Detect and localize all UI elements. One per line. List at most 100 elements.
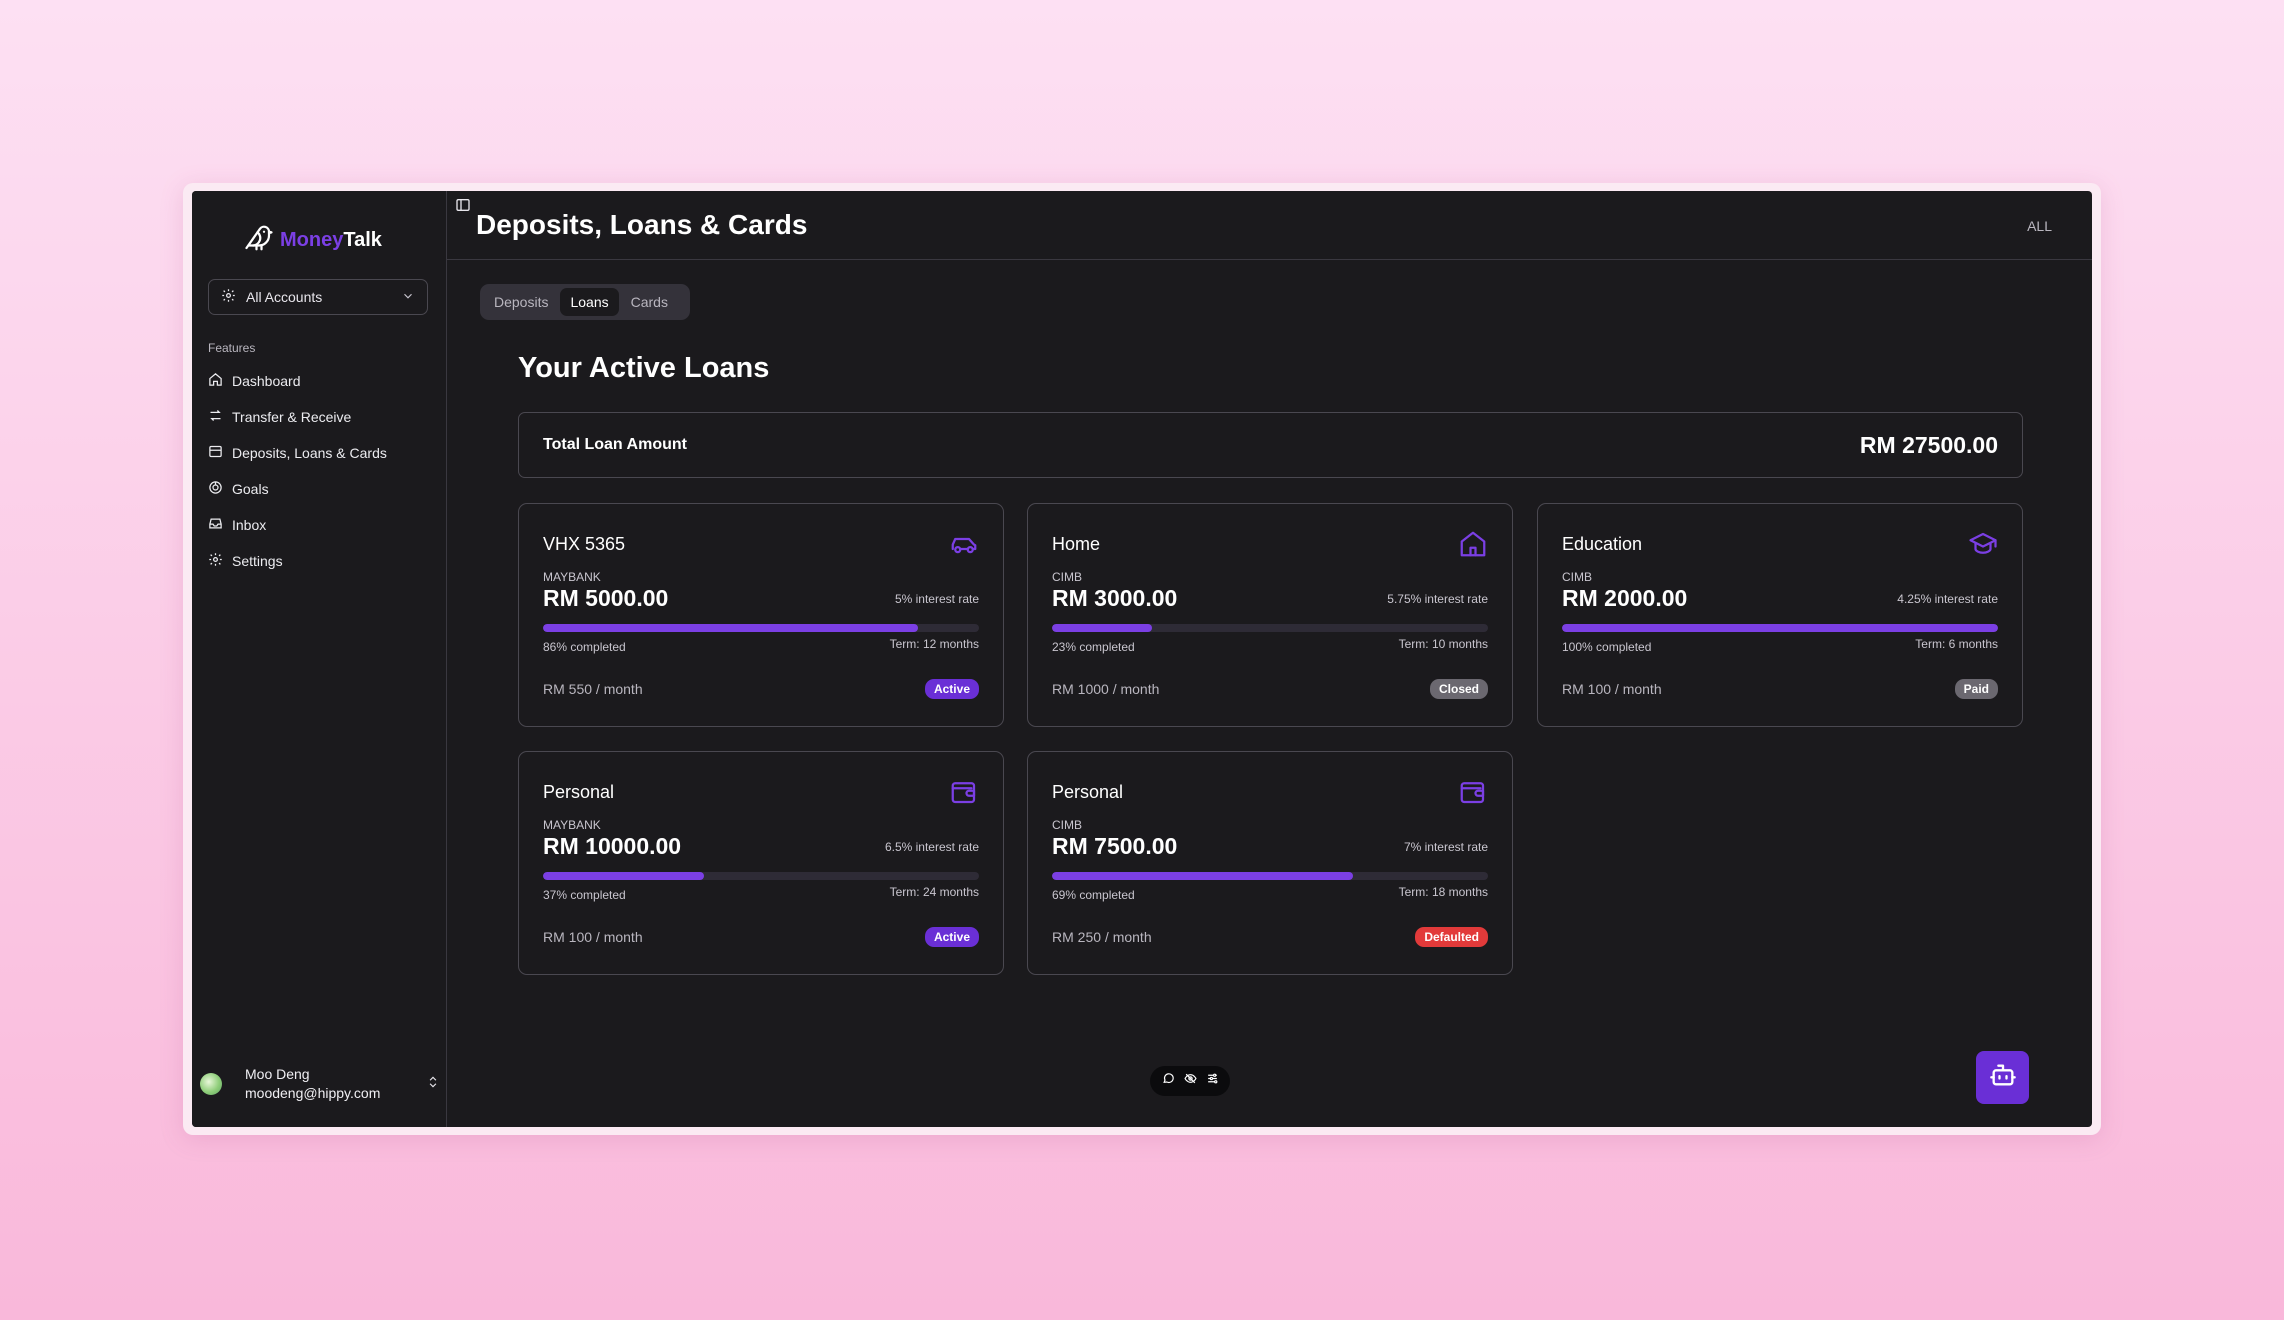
user-menu[interactable]: Moo Deng moodeng@hippy.com: [200, 1062, 440, 1106]
loan-card[interactable]: Personal MAYBANK RM 10000.00 6.5% intere…: [518, 751, 1004, 975]
loan-card[interactable]: VHX 5365 MAYBANK RM 5000.00 5% interest …: [518, 503, 1004, 727]
user-email: moodeng@hippy.com: [245, 1085, 381, 1101]
avatar: [200, 1073, 222, 1095]
loan-bank: CIMB: [1052, 570, 1082, 584]
total-loan-label: Total Loan Amount: [543, 436, 687, 453]
loan-title: VHX 5365: [543, 534, 626, 554]
loan-completed: 69% completed: [1052, 888, 1135, 902]
loan-term: Term: 24 months: [889, 885, 979, 899]
wallet-icon: [949, 777, 979, 812]
loan-monthly-payment: RM 1000 / month: [1052, 681, 1160, 697]
floating-toolbar: [1150, 1066, 1230, 1096]
sidebar-item-label: Goals: [232, 481, 269, 497]
sidebar-item-label: Deposits, Loans & Cards: [232, 445, 387, 461]
loan-title: Personal: [543, 782, 615, 802]
account-selector[interactable]: All Accounts: [208, 279, 428, 315]
sidebar-toggle-icon[interactable]: [455, 197, 471, 218]
loan-interest-rate: 5% interest rate: [894, 592, 979, 606]
user-info: Moo Deng moodeng@hippy.com: [245, 1065, 380, 1103]
loan-progress-fill: [1052, 872, 1353, 880]
loan-progress-bar: [543, 624, 979, 632]
account-selector-label: All Accounts: [246, 289, 323, 305]
loan-amount: RM 7500.00: [1052, 833, 1178, 859]
home-icon: [208, 372, 223, 390]
loan-interest-rate: 5.75% interest rate: [1387, 592, 1488, 606]
page-title: Deposits, Loans & Cards: [476, 209, 808, 240]
sidebar-item-label: Inbox: [232, 517, 267, 533]
settings-cog-icon: [221, 288, 236, 306]
loan-progress-bar: [1052, 872, 1488, 880]
loan-amount: RM 2000.00: [1562, 585, 1688, 611]
chat-icon[interactable]: [1162, 1072, 1175, 1090]
total-loan-value: RM 27500.00: [1859, 431, 1998, 458]
loan-progress-fill: [1052, 624, 1153, 632]
loan-completed: 37% completed: [543, 888, 626, 902]
loan-progress-fill: [1562, 624, 1998, 632]
bird-logo-icon: [244, 223, 274, 258]
loan-card[interactable]: Home CIMB RM 3000.00 5.75% interest rate…: [1027, 503, 1513, 727]
status-badge: Active: [924, 927, 979, 947]
loan-title: Home: [1052, 534, 1101, 554]
loan-bank: MAYBANK: [543, 818, 601, 832]
tab-cards[interactable]: Cards: [621, 288, 678, 316]
target-icon: [208, 480, 223, 498]
section-title: Your Active Loans: [518, 352, 770, 384]
tab-loans[interactable]: Loans: [560, 288, 619, 316]
filter-all[interactable]: ALL: [2027, 218, 2052, 234]
loan-card[interactable]: Education CIMB RM 2000.00 4.25% interest…: [1537, 503, 2023, 727]
loan-interest-rate: 7% interest rate: [1403, 840, 1488, 854]
chevrons-up-down-icon: [426, 1075, 440, 1094]
loan-title: Personal: [1052, 782, 1124, 802]
loan-title: Education: [1562, 534, 1643, 554]
sidebar-item-label: Settings: [232, 553, 283, 569]
loan-progress-fill: [543, 624, 918, 632]
loan-monthly-payment: RM 100 / month: [543, 929, 643, 945]
app-logo[interactable]: MoneyTalk: [244, 223, 382, 258]
loan-term: Term: 10 months: [1398, 637, 1488, 651]
eye-off-icon[interactable]: [1183, 1072, 1197, 1090]
wallet-icon: [1458, 777, 1488, 812]
loan-term: Term: 6 months: [1915, 637, 1998, 651]
car-icon: [949, 529, 979, 564]
sidebar: MoneyTalk All Accounts Features Dashboar…: [192, 191, 447, 1127]
chatbot-button[interactable]: [1976, 1051, 2029, 1104]
loan-interest-rate: 6.5% interest rate: [884, 840, 979, 854]
arrows-icon: [208, 408, 223, 426]
status-badge: Closed: [1429, 679, 1488, 699]
sidebar-item-label: Transfer & Receive: [232, 409, 352, 425]
sidebar-nav: Dashboard Transfer & Receive Deposits, L…: [208, 363, 433, 579]
loan-completed: 23% completed: [1052, 640, 1135, 654]
loan-progress-bar: [543, 872, 979, 880]
sidebar-item-goals[interactable]: Goals: [208, 471, 433, 507]
gear-icon: [208, 552, 223, 570]
loan-monthly-payment: RM 100 / month: [1562, 681, 1662, 697]
sidebar-item-settings[interactable]: Settings: [208, 543, 433, 579]
sliders-icon[interactable]: [1206, 1072, 1219, 1090]
chevron-down-icon: [401, 289, 415, 306]
house-icon: [1458, 529, 1488, 564]
sidebar-item-deposits-loans-cards[interactable]: Deposits, Loans & Cards: [208, 435, 433, 471]
sidebar-item-dashboard[interactable]: Dashboard: [208, 363, 433, 399]
loan-completed: 86% completed: [543, 640, 626, 654]
loan-bank: CIMB: [1562, 570, 1592, 584]
loan-progress-fill: [543, 872, 705, 880]
graduation-cap-icon: [1968, 529, 1998, 564]
loan-completed: 100% completed: [1562, 640, 1652, 654]
status-badge: Defaulted: [1415, 927, 1488, 947]
sidebar-item-label: Dashboard: [232, 373, 301, 389]
brand-name: MoneyTalk: [280, 229, 382, 251]
tab-deposits[interactable]: Deposits: [484, 288, 558, 316]
features-section-label: Features: [208, 341, 256, 355]
loan-term: Term: 12 months: [889, 637, 979, 651]
loan-interest-rate: 4.25% interest rate: [1897, 592, 1998, 606]
app-window: MoneyTalk All Accounts Features Dashboar…: [192, 191, 2092, 1127]
sidebar-item-transfer[interactable]: Transfer & Receive: [208, 399, 433, 435]
tab-list: Deposits Loans Cards: [480, 284, 690, 320]
loan-card[interactable]: Personal CIMB RM 7500.00 7% interest rat…: [1027, 751, 1513, 975]
user-name: Moo Deng: [245, 1066, 310, 1082]
top-bar: Deposits, Loans & Cards ALL: [447, 191, 2092, 260]
loan-monthly-payment: RM 550 / month: [543, 681, 643, 697]
loan-progress-bar: [1052, 624, 1488, 632]
loan-bank: CIMB: [1052, 818, 1082, 832]
sidebar-item-inbox[interactable]: Inbox: [208, 507, 433, 543]
